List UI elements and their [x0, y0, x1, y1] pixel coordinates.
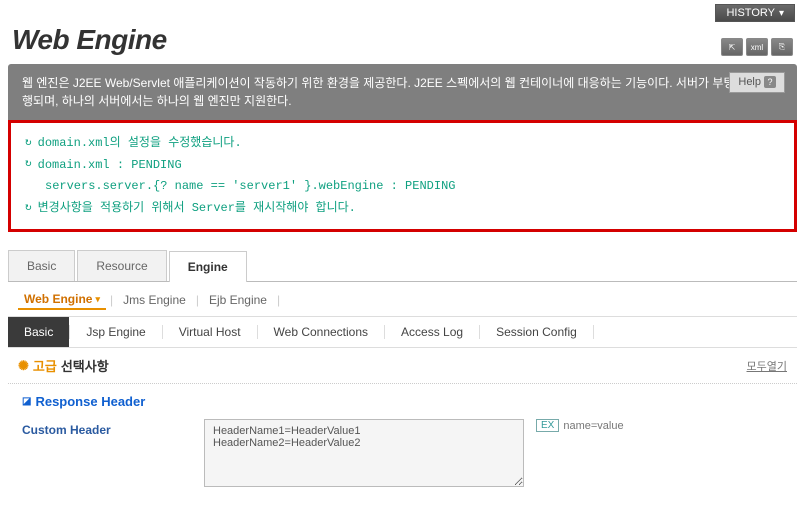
primary-tabs: Basic Resource Engine: [8, 250, 797, 282]
page-title: Web Engine: [12, 24, 167, 56]
help-button[interactable]: Help: [729, 72, 785, 93]
collapse-icon[interactable]: ◪: [22, 396, 31, 407]
copy-icon[interactable]: ⎘: [771, 38, 793, 56]
tab-web-engine[interactable]: Web Engine: [18, 290, 106, 310]
separator: [593, 325, 594, 339]
history-button[interactable]: HISTORY: [715, 4, 795, 22]
content-area: ◪ Response Header Custom Header EX name=…: [8, 384, 797, 500]
subtab-web-connections[interactable]: Web Connections: [258, 317, 385, 347]
header-toolbar: ⇱ xml ⎘: [721, 38, 793, 56]
subtab-jsp-engine[interactable]: Jsp Engine: [70, 317, 161, 347]
secondary-tabs: Web Engine | Jms Engine | Ejb Engine |: [8, 282, 797, 317]
description-text: 웹 엔진은 J2EE Web/Servlet 애플리케이션이 작동하기 위한 환…: [22, 76, 774, 108]
section-advanced-label: 고급: [33, 356, 57, 375]
message-line: 변경사항을 적용하기 위해서 Server를 재시작해야 합니다.: [38, 198, 356, 220]
section-header: ✺ 고급 선택사항 모두열기: [8, 348, 797, 384]
subtab-virtual-host[interactable]: Virtual Host: [163, 317, 257, 347]
subsection-title: Response Header: [35, 394, 145, 409]
tertiary-tabs: Basic Jsp Engine Virtual Host Web Connec…: [8, 317, 797, 348]
tab-resource[interactable]: Resource: [77, 250, 166, 281]
refresh-icon: ↻: [25, 199, 32, 219]
export-icon[interactable]: ⇱: [721, 38, 743, 56]
message-line: domain.xml의 설정을 수정했습니다.: [38, 133, 242, 155]
refresh-icon: ↻: [25, 155, 32, 175]
tab-engine[interactable]: Engine: [169, 251, 247, 282]
message-line: domain.xml : PENDING: [38, 155, 182, 177]
expand-all-link[interactable]: 모두열기: [747, 358, 787, 374]
tab-ejb-engine[interactable]: Ejb Engine: [203, 291, 273, 309]
subtab-basic[interactable]: Basic: [8, 317, 69, 347]
example-hint: EX name=value: [536, 419, 624, 432]
example-badge: EX: [536, 419, 559, 432]
section-options-label: 선택사항: [61, 356, 109, 375]
tab-basic[interactable]: Basic: [8, 250, 75, 281]
refresh-icon: ↻: [25, 134, 32, 154]
message-line: servers.server.{? name == 'server1' }.we…: [45, 176, 455, 198]
separator: |: [110, 293, 113, 307]
tab-jms-engine[interactable]: Jms Engine: [117, 291, 192, 309]
subtab-session-config[interactable]: Session Config: [480, 317, 593, 347]
xml-icon[interactable]: xml: [746, 38, 768, 56]
separator: |: [196, 293, 199, 307]
example-text: name=value: [563, 420, 623, 432]
message-panel: ↻ domain.xml의 설정을 수정했습니다. ↻ domain.xml : P…: [8, 120, 797, 232]
custom-header-textarea[interactable]: [204, 419, 524, 487]
description-panel: 웹 엔진은 J2EE Web/Servlet 애플리케이션이 작동하기 위한 환…: [8, 64, 797, 120]
separator: |: [277, 293, 280, 307]
subtab-access-log[interactable]: Access Log: [385, 317, 479, 347]
custom-header-label: Custom Header: [22, 419, 192, 437]
gear-icon: ✺: [18, 358, 29, 374]
